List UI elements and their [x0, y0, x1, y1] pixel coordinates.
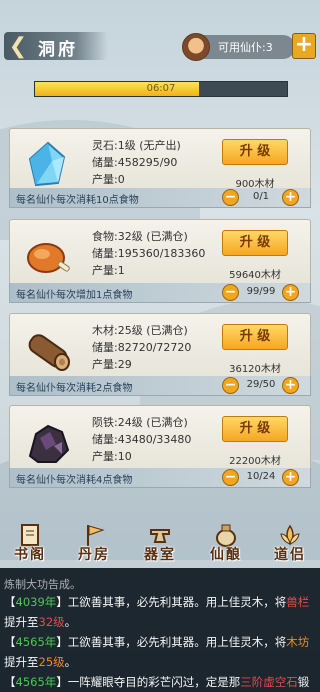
resource-level: 灵石:1级 (无产出) — [92, 139, 181, 152]
timer-progress-bar: 06:07 — [34, 81, 288, 97]
upgrade-button[interactable]: 升 级 — [222, 139, 288, 165]
log-cut-line: 炼制大功告成。 — [4, 578, 81, 591]
increase-servant-button[interactable]: + — [282, 469, 299, 486]
log-text: 】工欲善其事，必先利其器。用上佳灵木，将 — [56, 595, 287, 609]
resource-card-meteorite: 陨铁:24级 (已满仓) 储量:43480/33480 产量:10 升 级 22… — [9, 405, 311, 477]
log-highlight: 木坊 — [286, 635, 310, 649]
upgrade-button[interactable]: 升 级 — [222, 416, 288, 442]
resource-info: 木材:25级 (已满仓) 储量:82720/72720 产量:29 — [92, 322, 191, 373]
resource-output: 产量:29 — [92, 358, 132, 371]
resource-info: 陨铁:24级 (已满仓) 储量:43480/33480 产量:10 — [92, 414, 191, 465]
log-text: 提升至 — [4, 655, 39, 669]
nav-label: 仙酿 — [210, 547, 242, 563]
log-highlight: 三阶虚空石 — [240, 675, 298, 689]
assign-hint: 每名仙仆每次消耗10点食物 — [16, 195, 139, 206]
decrease-servant-button[interactable]: − — [222, 377, 239, 394]
page-title: 洞府 — [38, 40, 78, 60]
log-text: 提升至 — [4, 615, 39, 629]
servant-assign-bar: 每名仙仆每次消耗2点食物 − 29/50 + — [9, 376, 311, 396]
servant-assigned-count: 99/99 — [246, 286, 276, 297]
assign-hint: 每名仙仆每次消耗2点食物 — [16, 383, 133, 394]
resource-info: 食物:32级 (已满仓) 储量:195360/183360 产量:1 — [92, 228, 205, 279]
nav-item-alchemy[interactable]: 丹房 — [66, 522, 122, 572]
bottom-nav: 书阁 丹房 器室 仙酿 道侣 — [0, 522, 320, 572]
chevron-left-icon: ❮ — [8, 33, 28, 59]
log-text: 】工欲善其事，必先利其器。用上佳灵木，将 — [56, 635, 287, 649]
servant-assign-bar: 每名仙仆每次消耗4点食物 − 10/24 + — [9, 468, 311, 488]
back-button[interactable]: ❮ — [6, 32, 30, 60]
servant-count-label: 可用仙仆:3 — [218, 41, 273, 54]
resource-level: 木材:25级 (已满仓) — [92, 324, 188, 337]
nav-label: 器室 — [144, 547, 176, 563]
resource-storage: 储量:195360/183360 — [92, 247, 206, 260]
log-year: 4565年 — [15, 675, 57, 689]
upgrade-cost: 36120木材 — [229, 364, 281, 375]
resource-output: 产量:1 — [92, 264, 125, 277]
servant-assign-bar: 每名仙仆每次增加1点食物 − 99/99 + — [9, 283, 311, 303]
log-level: 25级 — [38, 655, 65, 669]
resource-storage: 储量:43480/33480 — [92, 433, 192, 446]
assign-hint: 每名仙仆每次增加1点食物 — [16, 290, 133, 301]
upgrade-cost: 59640木材 — [229, 270, 281, 281]
increase-servant-button[interactable]: + — [282, 189, 299, 206]
resource-storage: 储量:82720/72720 — [92, 341, 192, 354]
resource-storage: 储量:458295/90 — [92, 156, 178, 169]
resource-level: 食物:32级 (已满仓) — [92, 230, 188, 243]
wood-log-icon — [28, 334, 70, 371]
log-entry: 【4565年】一阵耀眼夺目的彩芒闪过，定是那三阶虚空石锻造大功告成。 — [4, 672, 314, 692]
resource-card-wood: 木材:25级 (已满仓) 储量:82720/72720 产量:29 升 级 36… — [9, 313, 311, 385]
log-text: 】一阵耀眼夺目的彩芒闪过，定是那 — [56, 675, 241, 689]
progress-timer-text: 06:07 — [146, 83, 176, 94]
servant-assign-bar: 每名仙仆每次消耗10点食物 − 0/1 + — [9, 188, 311, 208]
decrease-servant-button[interactable]: − — [222, 284, 239, 301]
servant-assigned-count: 0/1 — [252, 191, 270, 202]
roast-meat-icon — [27, 243, 70, 273]
log-text: 。 — [64, 655, 77, 669]
nav-item-forge[interactable]: 器室 — [132, 522, 188, 572]
nav-label: 书阁 — [14, 547, 46, 563]
resource-info: 灵石:1级 (无产出) 储量:458295/90 产量:0 — [92, 137, 181, 188]
log-highlight: 兽栏 — [286, 595, 310, 609]
nav-label: 丹房 — [78, 547, 110, 563]
header-bar: ❮ 洞府 可用仙仆:3 + — [0, 30, 320, 64]
resource-card-food: 食物:32级 (已满仓) 储量:195360/183360 产量:1 升 级 5… — [9, 219, 311, 291]
log-level: 32级 — [38, 615, 65, 629]
log-year: 4039年 — [15, 595, 57, 609]
resource-output: 产量:0 — [92, 173, 125, 186]
spirit-stone-icon — [28, 141, 66, 187]
log-year: 4565年 — [15, 635, 57, 649]
increase-servant-button[interactable]: + — [282, 377, 299, 394]
servant-avatar-icon — [182, 33, 210, 61]
nav-item-library[interactable]: 书阁 — [2, 522, 58, 572]
upgrade-button[interactable]: 升 级 — [222, 230, 288, 256]
servant-assigned-count: 10/24 — [246, 471, 276, 482]
nav-label: 道侣 — [274, 547, 306, 563]
log-entry: 【4039年】工欲善其事，必先利其器。用上佳灵木，将兽栏提升至32级。 — [4, 595, 310, 629]
nav-item-brewery[interactable]: 仙酿 — [198, 522, 254, 572]
servant-assigned-count: 29/50 — [246, 379, 276, 390]
log-entry: 【4565年】工欲善其事，必先利其器。用上佳灵木，将木坊提升至25级。 — [4, 635, 310, 669]
nav-item-companion[interactable]: 道侣 — [262, 522, 318, 572]
log-text: 。 — [64, 615, 77, 629]
meteorite-ore-icon — [28, 424, 70, 463]
resource-level: 陨铁:24级 (已满仓) — [92, 416, 188, 429]
decrease-servant-button[interactable]: − — [222, 469, 239, 486]
increase-servant-button[interactable]: + — [282, 284, 299, 301]
upgrade-button[interactable]: 升 级 — [222, 324, 288, 350]
decrease-servant-button[interactable]: − — [222, 189, 239, 206]
add-servant-button[interactable]: + — [292, 33, 316, 59]
assign-hint: 每名仙仆每次消耗4点食物 — [16, 475, 133, 486]
resource-output: 产量:10 — [92, 450, 132, 463]
upgrade-cost: 22200木材 — [229, 456, 281, 467]
